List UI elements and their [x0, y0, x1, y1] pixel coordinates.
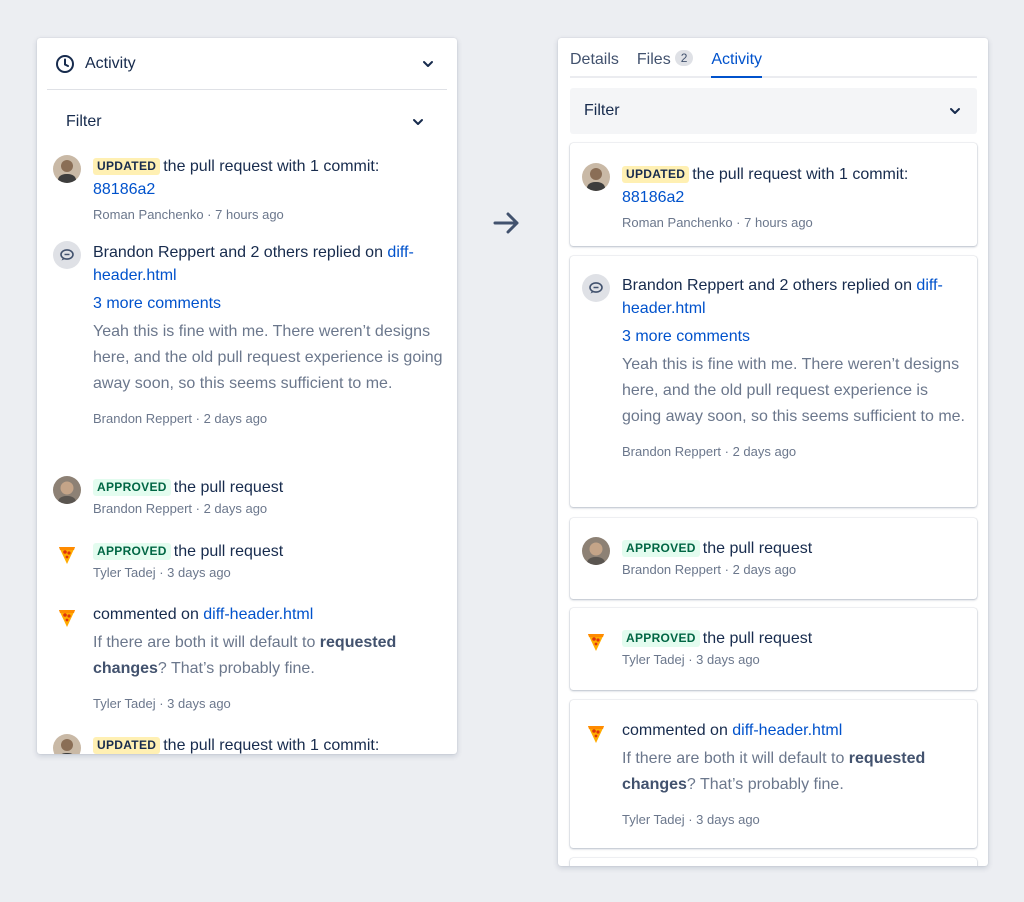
comment-text: If there are both it will default to req… — [93, 634, 397, 677]
tab-details[interactable]: Details — [570, 51, 619, 76]
comment-text: If there are both it will default to req… — [622, 750, 926, 793]
filter-dropdown[interactable]: Filter — [66, 108, 429, 136]
avatar[interactable] — [582, 537, 610, 565]
clock-icon — [56, 54, 74, 73]
files-count-badge: 2 — [674, 50, 694, 66]
status-badge: APPROVED — [622, 540, 700, 557]
tab-activity[interactable]: Activity — [711, 51, 762, 78]
activity-text: the pull request with 1 commit: — [163, 737, 380, 754]
activity-text: commented on — [93, 606, 204, 623]
activity-card: APPROVED the pull request Brandon Reppert… — [570, 518, 977, 599]
commit-link[interactable]: 88186a2 — [622, 189, 684, 206]
activity-meta: Tyler Tadej · 3 days ago — [622, 652, 760, 667]
comment-text: Yeah this is fine with me. There weren’t… — [93, 323, 443, 392]
filter-label: Filter — [66, 113, 102, 130]
activity-panel-before: Activity Filter UPDATED the pull request … — [37, 38, 457, 754]
status-badge: APPROVED — [93, 543, 171, 560]
filter-dropdown[interactable]: Filter — [570, 88, 977, 134]
activity-header[interactable]: Activity — [47, 38, 447, 90]
activity-meta: Brandon Reppert · 2 days ago — [93, 501, 268, 516]
pizza-avatar-icon[interactable] — [53, 603, 81, 631]
activity-text: the pull request — [702, 630, 813, 647]
activity-meta: Roman Panchenko · 7 hours ago — [622, 215, 813, 230]
activity-text: the pull request with 1 commit: — [163, 158, 380, 175]
more-comments-link[interactable]: 3 more comments — [622, 325, 967, 348]
chevron-down-icon — [413, 119, 423, 125]
activity-card: commented on diff-header.html If there a… — [570, 700, 977, 848]
activity-title: Activity — [85, 54, 136, 72]
activity-text: commented on — [622, 722, 733, 739]
pizza-avatar-icon[interactable] — [582, 627, 610, 655]
activity-text: Brandon Reppert and 2 others replied on — [622, 277, 917, 294]
activity-text: Brandon Reppert and 2 others replied on — [93, 244, 388, 261]
activity-text: the pull request with 1 commit: — [692, 166, 909, 183]
activity-text: the pull request — [173, 479, 284, 496]
filter-label: Filter — [584, 102, 620, 119]
status-badge: APPROVED — [622, 630, 700, 647]
activity-meta: Brandon Reppert · 2 days ago — [622, 562, 797, 577]
file-link[interactable]: diff-header.html — [732, 722, 842, 739]
status-badge: UPDATED — [93, 158, 161, 175]
file-link[interactable]: diff-header.html — [203, 606, 313, 623]
pizza-avatar-icon[interactable] — [582, 719, 610, 747]
comment-icon — [582, 274, 610, 302]
activity-meta: Brandon Reppert · 2 days ago — [93, 411, 268, 426]
activity-card: UPDATED the pull request with 1 commit: 88… — [570, 143, 977, 246]
chevron-down-icon[interactable] — [421, 57, 435, 71]
activity-panel-after: Details Files 2 Activity Filter UPDATED th… — [558, 38, 988, 866]
activity-meta: Tyler Tadej · 3 days ago — [622, 812, 760, 827]
activity-text: the pull request — [702, 540, 813, 557]
activity-card — [570, 858, 977, 866]
comment-text: Yeah this is fine with me. There weren’t… — [622, 356, 965, 425]
activity-meta: Roman Panchenko · 7 hours ago — [93, 207, 284, 222]
activity-meta: Tyler Tadej · 3 days ago — [93, 565, 231, 580]
commit-link[interactable]: 88186a2 — [93, 181, 155, 198]
avatar[interactable] — [53, 155, 81, 183]
avatar[interactable] — [582, 163, 610, 191]
avatar[interactable] — [53, 476, 81, 504]
status-badge: APPROVED — [93, 479, 171, 496]
activity-text: the pull request — [173, 543, 284, 560]
pizza-avatar-icon[interactable] — [53, 540, 81, 568]
arrow-right-icon — [493, 212, 519, 234]
chevron-down-icon — [950, 108, 960, 114]
tab-bar: Details Files 2 Activity — [570, 38, 977, 78]
status-badge: UPDATED — [622, 166, 690, 183]
more-comments-link[interactable]: 3 more comments — [93, 292, 443, 315]
activity-meta: Brandon Reppert · 2 days ago — [622, 444, 797, 459]
avatar[interactable] — [53, 734, 81, 754]
comment-icon — [53, 241, 81, 269]
activity-card: APPROVED the pull request Tyler Tadej · 3… — [570, 608, 977, 690]
tab-files[interactable]: Files 2 — [637, 50, 694, 76]
activity-meta: Tyler Tadej · 3 days ago — [93, 696, 231, 711]
activity-card: Brandon Reppert and 2 others replied on … — [570, 256, 977, 507]
status-badge: UPDATED — [93, 737, 161, 754]
